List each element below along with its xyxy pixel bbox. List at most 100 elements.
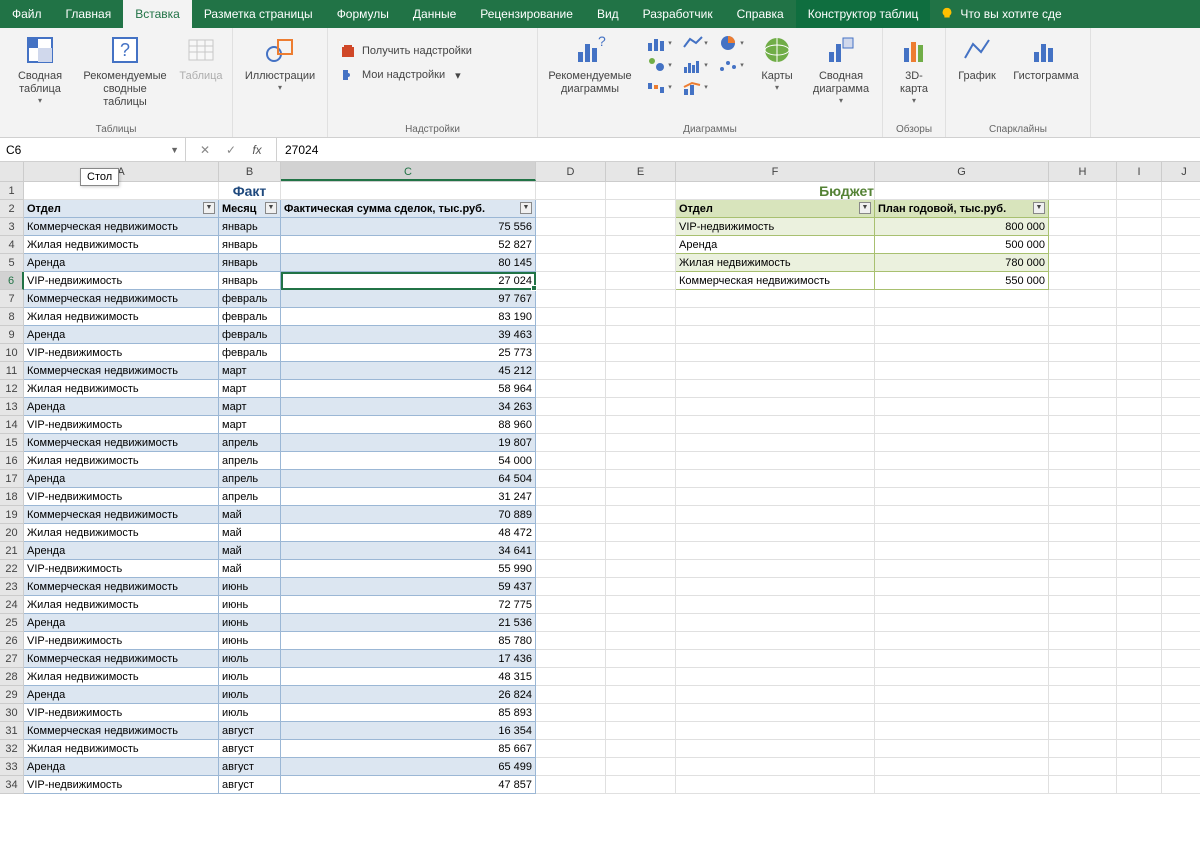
3d-map-button[interactable]: 3D- карта▾ (889, 32, 939, 107)
cell-G32[interactable] (875, 740, 1049, 758)
cell-C31[interactable]: 16 354 (281, 722, 536, 740)
get-addins-button[interactable]: Получить надстройки (334, 40, 531, 62)
cell-J29[interactable] (1162, 686, 1200, 704)
cell-H3[interactable] (1049, 218, 1117, 236)
cell-G13[interactable] (875, 398, 1049, 416)
row-header-12[interactable]: 12 (0, 380, 24, 398)
cell-I22[interactable] (1117, 560, 1162, 578)
pivot-chart-button[interactable]: Сводная диаграмма▾ (806, 32, 876, 107)
row-header-28[interactable]: 28 (0, 668, 24, 686)
cell-B19[interactable]: май (219, 506, 281, 524)
cell-E14[interactable] (606, 416, 676, 434)
cell-J32[interactable] (1162, 740, 1200, 758)
cell-J34[interactable] (1162, 776, 1200, 794)
row-header-16[interactable]: 16 (0, 452, 24, 470)
cell-C12[interactable]: 58 964 (281, 380, 536, 398)
cell-B31[interactable]: август (219, 722, 281, 740)
cell-E3[interactable] (606, 218, 676, 236)
cell-D18[interactable] (536, 488, 606, 506)
formula-input[interactable] (277, 138, 1200, 161)
cell-H29[interactable] (1049, 686, 1117, 704)
cell-D12[interactable] (536, 380, 606, 398)
cell-B14[interactable]: март (219, 416, 281, 434)
cell-C29[interactable]: 26 824 (281, 686, 536, 704)
row-header-2[interactable]: 2 (0, 200, 24, 218)
cell-I20[interactable] (1117, 524, 1162, 542)
cell-A5[interactable]: Аренда (24, 254, 219, 272)
fx-button[interactable]: fx (246, 143, 268, 157)
cell-I33[interactable] (1117, 758, 1162, 776)
cell-J24[interactable] (1162, 596, 1200, 614)
row-header-17[interactable]: 17 (0, 470, 24, 488)
row-header-30[interactable]: 30 (0, 704, 24, 722)
cell-E29[interactable] (606, 686, 676, 704)
cell-A8[interactable]: Жилая недвижимость (24, 308, 219, 326)
cell-J18[interactable] (1162, 488, 1200, 506)
ribbon-tab-9[interactable]: Справка (725, 0, 796, 28)
cell-H32[interactable] (1049, 740, 1117, 758)
cell-B3[interactable]: январь (219, 218, 281, 236)
cell-D33[interactable] (536, 758, 606, 776)
cell-J4[interactable] (1162, 236, 1200, 254)
cell-B2[interactable]: Месяц▼ (219, 200, 281, 218)
cell-A7[interactable]: Коммерческая недвижимость (24, 290, 219, 308)
cell-H12[interactable] (1049, 380, 1117, 398)
cell-H1[interactable] (1049, 182, 1117, 200)
cell-F14[interactable] (676, 416, 875, 434)
cell-J28[interactable] (1162, 668, 1200, 686)
cell-B33[interactable]: август (219, 758, 281, 776)
cell-I10[interactable] (1117, 344, 1162, 362)
cell-A1[interactable] (24, 182, 219, 200)
cell-G21[interactable] (875, 542, 1049, 560)
column-header-G[interactable]: G (875, 162, 1049, 181)
cell-J9[interactable] (1162, 326, 1200, 344)
cell-D30[interactable] (536, 704, 606, 722)
cell-I6[interactable] (1117, 272, 1162, 290)
cell-C28[interactable]: 48 315 (281, 668, 536, 686)
cell-D4[interactable] (536, 236, 606, 254)
cell-E24[interactable] (606, 596, 676, 614)
cell-F19[interactable] (676, 506, 875, 524)
cell-H25[interactable] (1049, 614, 1117, 632)
cell-A18[interactable]: VIP-недвижимость (24, 488, 219, 506)
cell-G23[interactable] (875, 578, 1049, 596)
cell-J16[interactable] (1162, 452, 1200, 470)
cell-A10[interactable]: VIP-недвижимость (24, 344, 219, 362)
row-header-23[interactable]: 23 (0, 578, 24, 596)
row-header-5[interactable]: 5 (0, 254, 24, 272)
cell-F9[interactable] (676, 326, 875, 344)
cell-I25[interactable] (1117, 614, 1162, 632)
cell-D11[interactable] (536, 362, 606, 380)
cell-D19[interactable] (536, 506, 606, 524)
cell-F12[interactable] (676, 380, 875, 398)
cell-B34[interactable]: август (219, 776, 281, 794)
cell-B28[interactable]: июль (219, 668, 281, 686)
cell-C19[interactable]: 70 889 (281, 506, 536, 524)
column-header-A[interactable]: A (24, 162, 219, 181)
cell-C24[interactable]: 72 775 (281, 596, 536, 614)
cell-I27[interactable] (1117, 650, 1162, 668)
ribbon-tab-0[interactable]: Файл (0, 0, 54, 28)
tell-me-search[interactable]: Что вы хотите сде (930, 0, 1071, 28)
cell-I9[interactable] (1117, 326, 1162, 344)
cell-E15[interactable] (606, 434, 676, 452)
cell-A9[interactable]: Аренда (24, 326, 219, 344)
sparkline-line-button[interactable]: График (952, 32, 1002, 85)
row-header-24[interactable]: 24 (0, 596, 24, 614)
cell-B30[interactable]: июль (219, 704, 281, 722)
cell-J15[interactable] (1162, 434, 1200, 452)
cell-H5[interactable] (1049, 254, 1117, 272)
cell-C34[interactable]: 47 857 (281, 776, 536, 794)
cell-H31[interactable] (1049, 722, 1117, 740)
cell-B15[interactable]: апрель (219, 434, 281, 452)
illustrations-button[interactable]: Иллюстрации▾ (239, 32, 321, 94)
row-header-11[interactable]: 11 (0, 362, 24, 380)
cell-A15[interactable]: Коммерческая недвижимость (24, 434, 219, 452)
filter-dropdown[interactable]: ▼ (203, 202, 215, 214)
cell-I24[interactable] (1117, 596, 1162, 614)
cell-A32[interactable]: Жилая недвижимость (24, 740, 219, 758)
cell-G20[interactable] (875, 524, 1049, 542)
cell-I5[interactable] (1117, 254, 1162, 272)
cell-I26[interactable] (1117, 632, 1162, 650)
cell-A20[interactable]: Жилая недвижимость (24, 524, 219, 542)
